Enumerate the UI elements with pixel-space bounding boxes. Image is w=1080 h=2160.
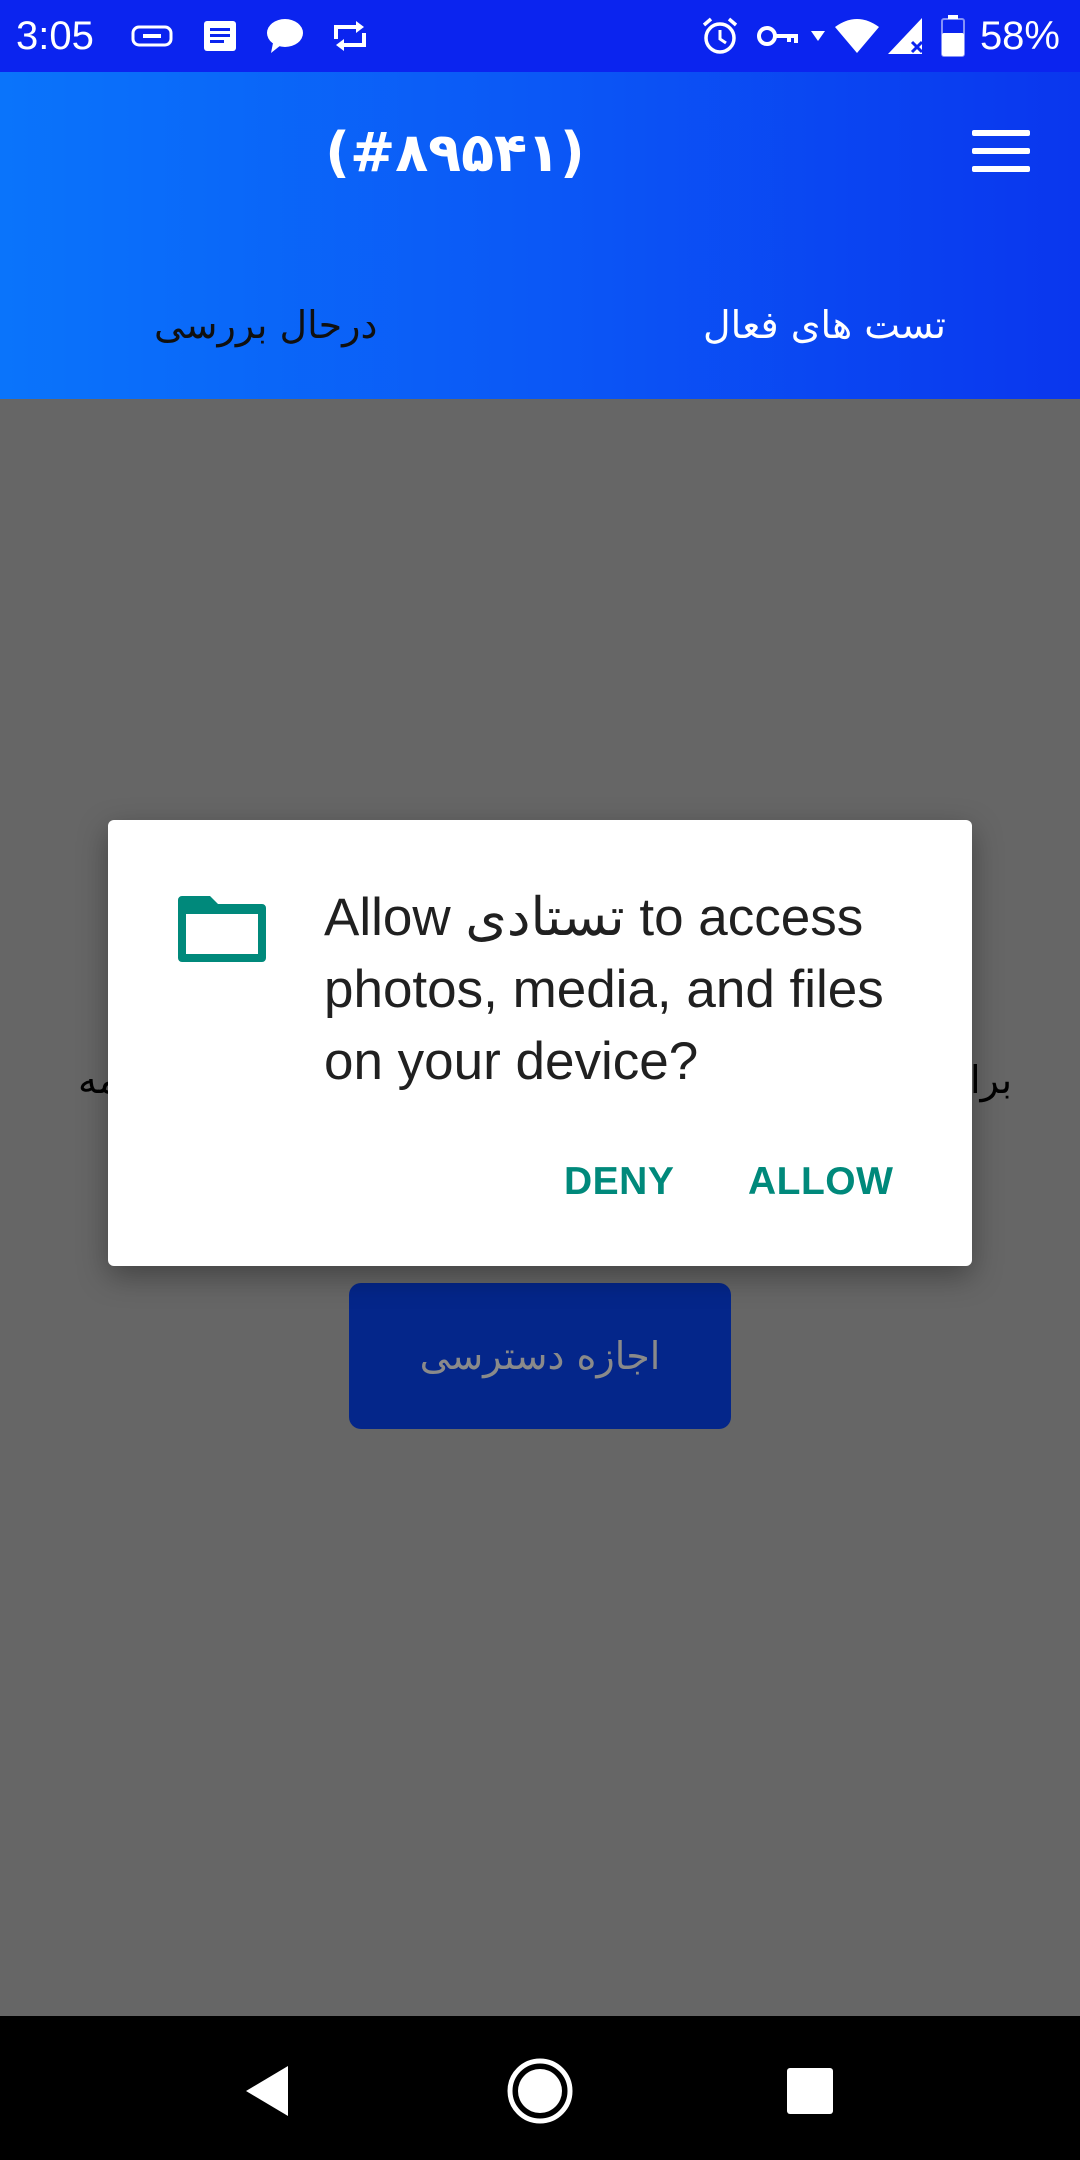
vpn-key-icon xyxy=(756,16,800,56)
battery-percent: 58% xyxy=(979,14,1060,58)
wifi-icon xyxy=(832,16,882,56)
status-bar: 3:05 58% xyxy=(0,0,1080,72)
chat-icon xyxy=(264,16,306,56)
tab-active-tests[interactable]: تست های فعال xyxy=(703,290,946,360)
sync-icon xyxy=(328,16,372,56)
grant-access-button[interactable]: اجازه دسترسی xyxy=(349,1283,731,1429)
back-icon[interactable] xyxy=(232,2056,302,2126)
screen: 3:05 58% (#۸۹۵۴۱) تست های فعال درحال برر… xyxy=(0,0,1080,2160)
page-title: (#۸۹۵۴۱) xyxy=(325,121,585,184)
data-arrow-icon xyxy=(808,16,828,56)
folder-icon xyxy=(176,892,268,964)
status-time: 3:05 xyxy=(16,14,94,58)
alarm-icon xyxy=(700,16,740,56)
hamburger-menu-icon[interactable] xyxy=(972,130,1032,174)
navigation-bar xyxy=(0,2016,1080,2160)
allow-button[interactable]: ALLOW xyxy=(748,1150,893,1214)
tab-under-review[interactable]: درحال بررسی xyxy=(154,290,377,360)
sms-icon xyxy=(130,16,174,56)
signal-icon xyxy=(886,16,926,56)
app-header: (#۸۹۵۴۱) تست های فعال درحال بررسی xyxy=(0,72,1080,399)
home-icon[interactable] xyxy=(505,2056,575,2126)
deny-button[interactable]: DENY xyxy=(564,1150,674,1214)
permission-message: Allow تستادی to access photos, media, an… xyxy=(324,888,884,1091)
permission-dialog: Allow تستادی to access photos, media, an… xyxy=(108,820,972,1266)
notes-icon xyxy=(200,16,240,56)
background-text-fragment-right: برا xyxy=(970,1058,1013,1102)
recents-icon[interactable] xyxy=(775,2056,845,2126)
battery-icon xyxy=(940,15,966,57)
